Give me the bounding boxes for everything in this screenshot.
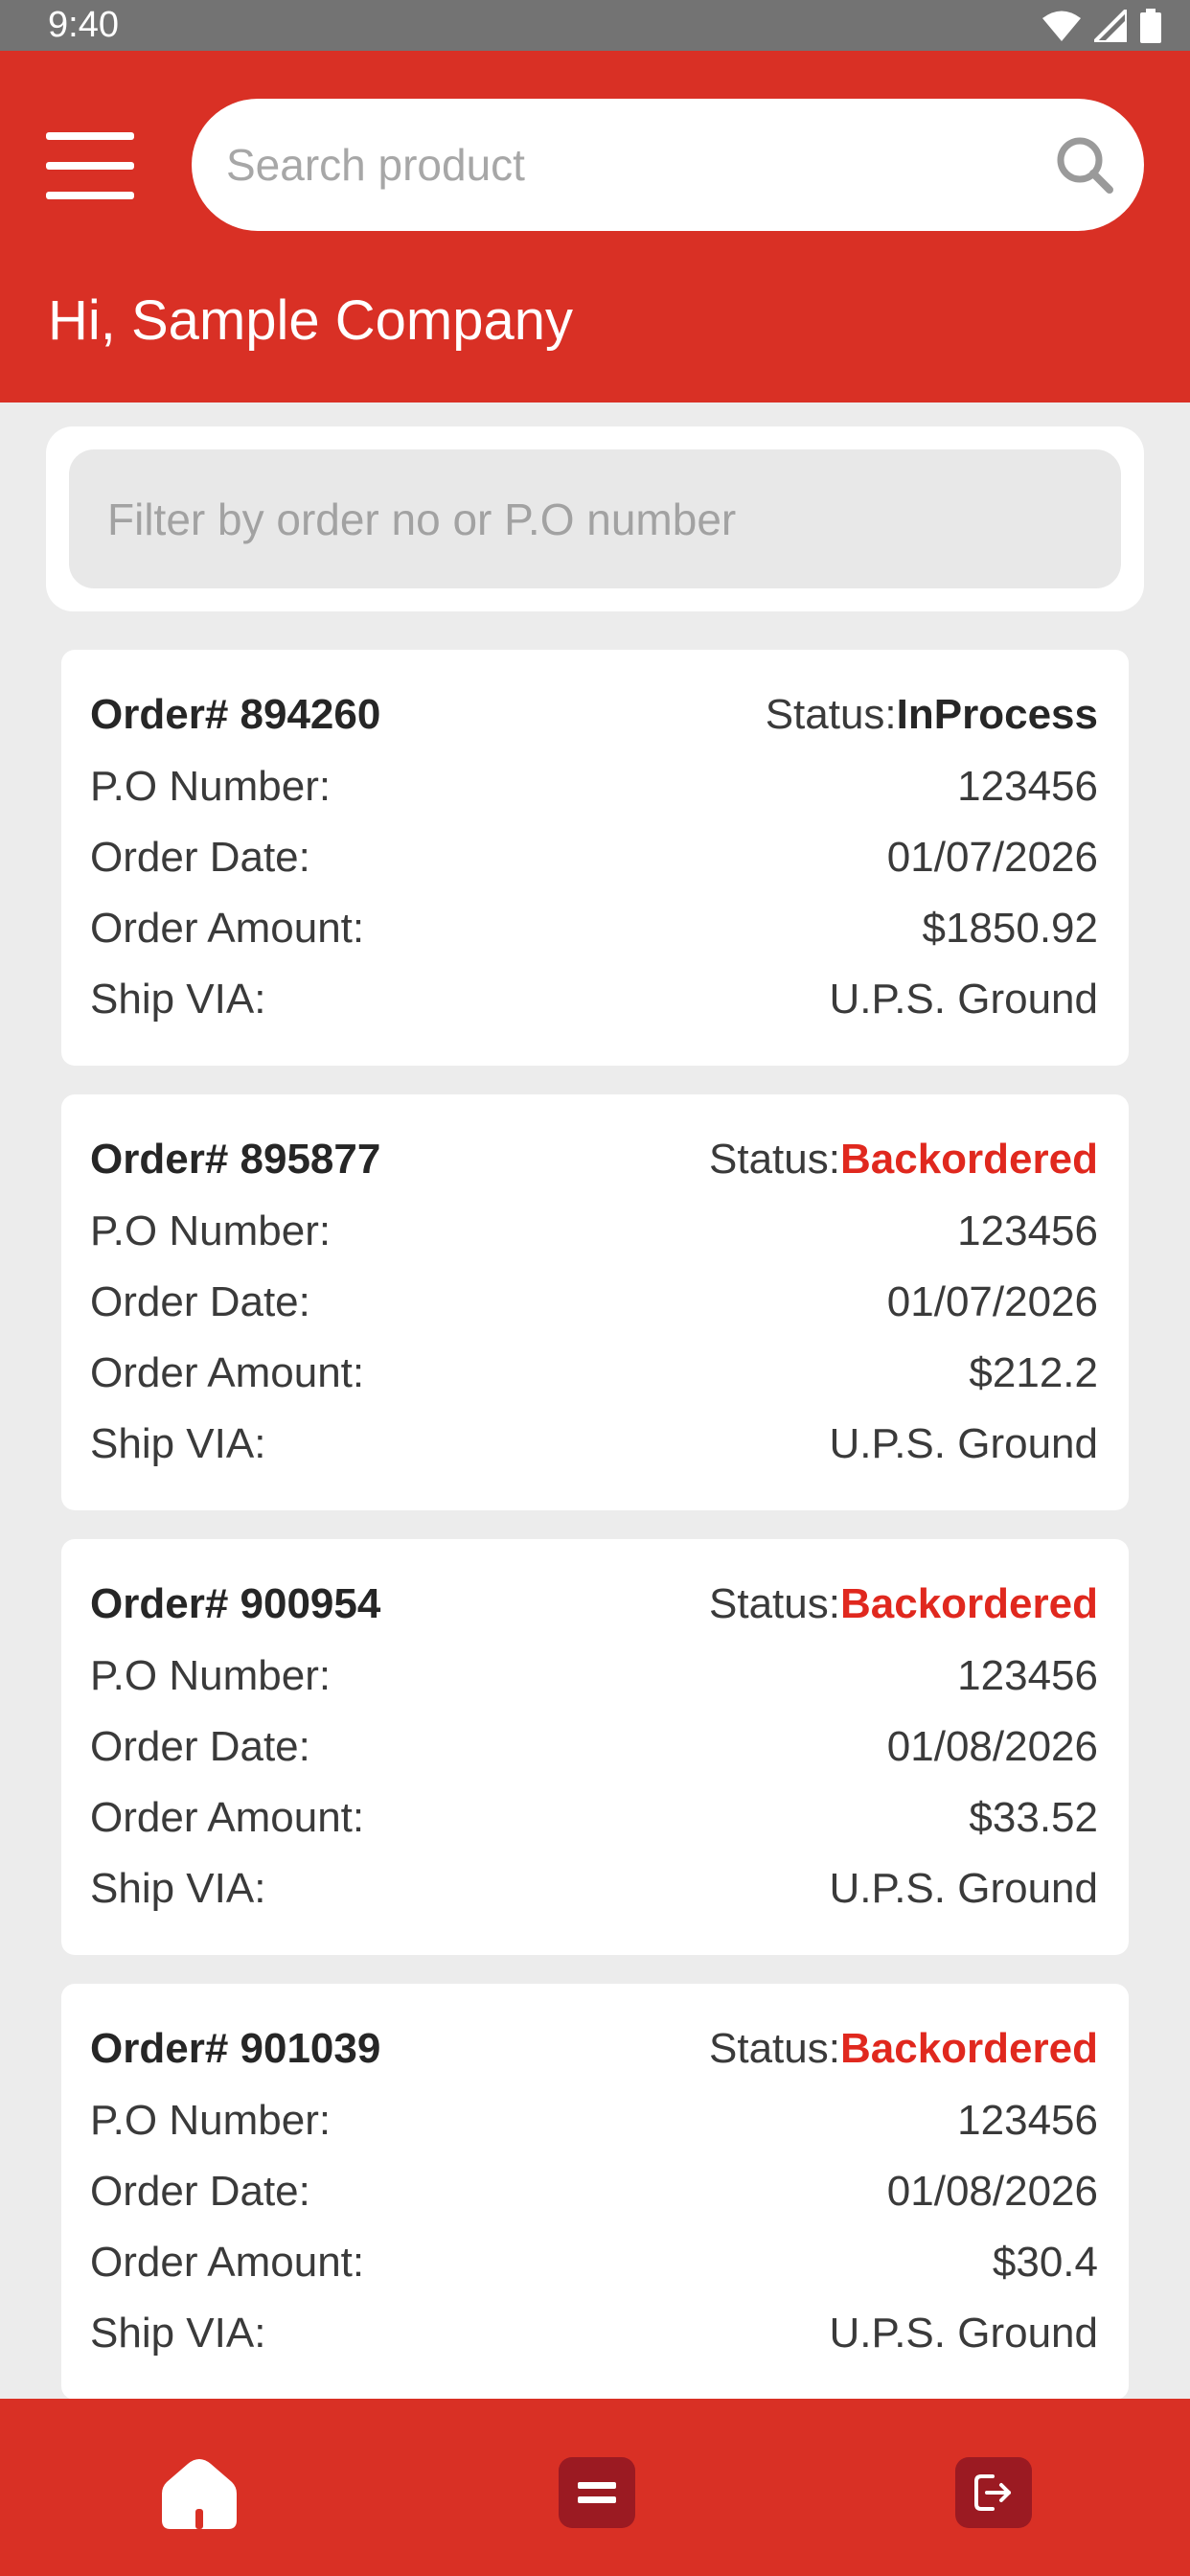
order-amount-row: Order Amount: $30.4 — [90, 2227, 1098, 2298]
order-amount-value: $212.2 — [969, 1349, 1098, 1396]
nav-home-button[interactable] — [161, 2454, 238, 2531]
order-status: Status:InProcess — [766, 691, 1098, 739]
ship-via-row: Ship VIA: U.P.S. Ground — [90, 2298, 1098, 2369]
po-number-value: 123456 — [957, 2097, 1098, 2144]
order-date-row: Order Date: 01/07/2026 — [90, 1267, 1098, 1338]
order-card[interactable]: Order# 894260 Status:InProcess P.O Numbe… — [61, 650, 1129, 1066]
filter-card — [46, 426, 1144, 611]
status-value: Backordered — [839, 2025, 1098, 2072]
order-date-value: 01/08/2026 — [886, 1723, 1098, 1770]
logout-icon — [955, 2457, 1032, 2528]
nav-orders-button[interactable] — [559, 2454, 635, 2531]
orders-list-icon — [559, 2457, 635, 2528]
status-label: Status: — [709, 1136, 840, 1183]
search-bar[interactable] — [192, 99, 1144, 231]
ship-via-row: Ship VIA: U.P.S. Ground — [90, 964, 1098, 1035]
ship-via-row: Ship VIA: U.P.S. Ground — [90, 1853, 1098, 1924]
po-number-value: 123456 — [957, 1208, 1098, 1254]
status-time: 9:40 — [48, 5, 119, 45]
order-date-row: Order Date: 01/08/2026 — [90, 2156, 1098, 2227]
status-bar: 9:40 — [0, 0, 1190, 51]
ship-via-label: Ship VIA: — [90, 2310, 266, 2357]
home-icon — [162, 2459, 237, 2529]
ship-via-value: U.P.S. Ground — [829, 1865, 1098, 1912]
status-value: Backordered — [839, 1136, 1098, 1183]
order-card[interactable]: Order# 895877 Status:Backordered P.O Num… — [61, 1094, 1129, 1510]
signal-icon — [1094, 9, 1127, 42]
order-header-row: Order# 901039 Status:Backordered — [90, 2012, 1098, 2085]
wifi-icon — [1042, 11, 1081, 41]
po-number-label: P.O Number: — [90, 763, 332, 810]
greeting-text: Hi, Sample Company — [48, 289, 573, 352]
po-number-value: 123456 — [957, 763, 1098, 810]
ship-via-value: U.P.S. Ground — [829, 976, 1098, 1023]
system-icons — [1042, 8, 1161, 43]
status-value: Backordered — [839, 1580, 1098, 1627]
order-header-row: Order# 895877 Status:Backordered — [90, 1123, 1098, 1196]
po-number-row: P.O Number: 123456 — [90, 1641, 1098, 1712]
po-number-row: P.O Number: 123456 — [90, 751, 1098, 822]
battery-icon — [1140, 8, 1161, 43]
ship-via-value: U.P.S. Ground — [829, 2310, 1098, 2357]
search-icon[interactable] — [1054, 134, 1115, 196]
order-number: Order# 895877 — [90, 1136, 381, 1183]
order-amount-value: $30.4 — [992, 2239, 1098, 2286]
bottom-navigation — [0, 2399, 1190, 2576]
order-filter-input[interactable] — [69, 449, 1121, 588]
po-number-label: P.O Number: — [90, 1652, 332, 1699]
po-number-row: P.O Number: 123456 — [90, 1196, 1098, 1267]
order-date-label: Order Date: — [90, 2168, 310, 2215]
order-amount-value: $1850.92 — [922, 905, 1098, 952]
hamburger-menu-icon[interactable] — [46, 132, 134, 199]
ship-via-label: Ship VIA: — [90, 976, 266, 1023]
status-label: Status: — [765, 691, 897, 738]
order-amount-value: $33.52 — [969, 1794, 1098, 1841]
app-header: Hi, Sample Company — [0, 51, 1190, 402]
order-header-row: Order# 900954 Status:Backordered — [90, 1568, 1098, 1641]
order-amount-label: Order Amount: — [90, 1794, 365, 1841]
po-number-value: 123456 — [957, 1652, 1098, 1699]
order-date-row: Order Date: 01/07/2026 — [90, 822, 1098, 893]
po-number-label: P.O Number: — [90, 1208, 332, 1254]
order-amount-label: Order Amount: — [90, 1349, 365, 1396]
order-amount-row: Order Amount: $33.52 — [90, 1782, 1098, 1853]
order-amount-label: Order Amount: — [90, 905, 365, 952]
status-label: Status: — [709, 1580, 840, 1627]
po-number-row: P.O Number: 123456 — [90, 2085, 1098, 2156]
ship-via-row: Ship VIA: U.P.S. Ground — [90, 1409, 1098, 1480]
search-input[interactable] — [226, 139, 1054, 191]
nav-logout-button[interactable] — [955, 2454, 1032, 2531]
order-number: Order# 900954 — [90, 1580, 381, 1627]
order-date-value: 01/08/2026 — [886, 2168, 1098, 2215]
status-value: InProcess — [896, 691, 1098, 738]
order-status: Status:Backordered — [709, 1580, 1098, 1628]
order-number: Order# 901039 — [90, 2025, 381, 2072]
status-label: Status: — [709, 2025, 840, 2072]
ship-via-label: Ship VIA: — [90, 1865, 266, 1912]
order-date-label: Order Date: — [90, 1723, 310, 1770]
order-amount-label: Order Amount: — [90, 2239, 365, 2286]
order-status: Status:Backordered — [709, 2025, 1098, 2073]
ship-via-value: U.P.S. Ground — [829, 1420, 1098, 1467]
order-date-value: 01/07/2026 — [886, 1278, 1098, 1325]
po-number-label: P.O Number: — [90, 2097, 332, 2144]
order-date-label: Order Date: — [90, 1278, 310, 1325]
ship-via-label: Ship VIA: — [90, 1420, 266, 1467]
order-amount-row: Order Amount: $212.2 — [90, 1338, 1098, 1409]
order-date-label: Order Date: — [90, 834, 310, 881]
order-card[interactable]: Order# 900954 Status:Backordered P.O Num… — [61, 1539, 1129, 1955]
order-status: Status:Backordered — [709, 1136, 1098, 1184]
order-header-row: Order# 894260 Status:InProcess — [90, 678, 1098, 751]
orders-list: Order# 894260 Status:InProcess P.O Numbe… — [61, 650, 1129, 2428]
order-date-row: Order Date: 01/08/2026 — [90, 1712, 1098, 1782]
order-amount-row: Order Amount: $1850.92 — [90, 893, 1098, 964]
order-number: Order# 894260 — [90, 691, 381, 738]
order-date-value: 01/07/2026 — [886, 834, 1098, 881]
order-card[interactable]: Order# 901039 Status:Backordered P.O Num… — [61, 1984, 1129, 2400]
